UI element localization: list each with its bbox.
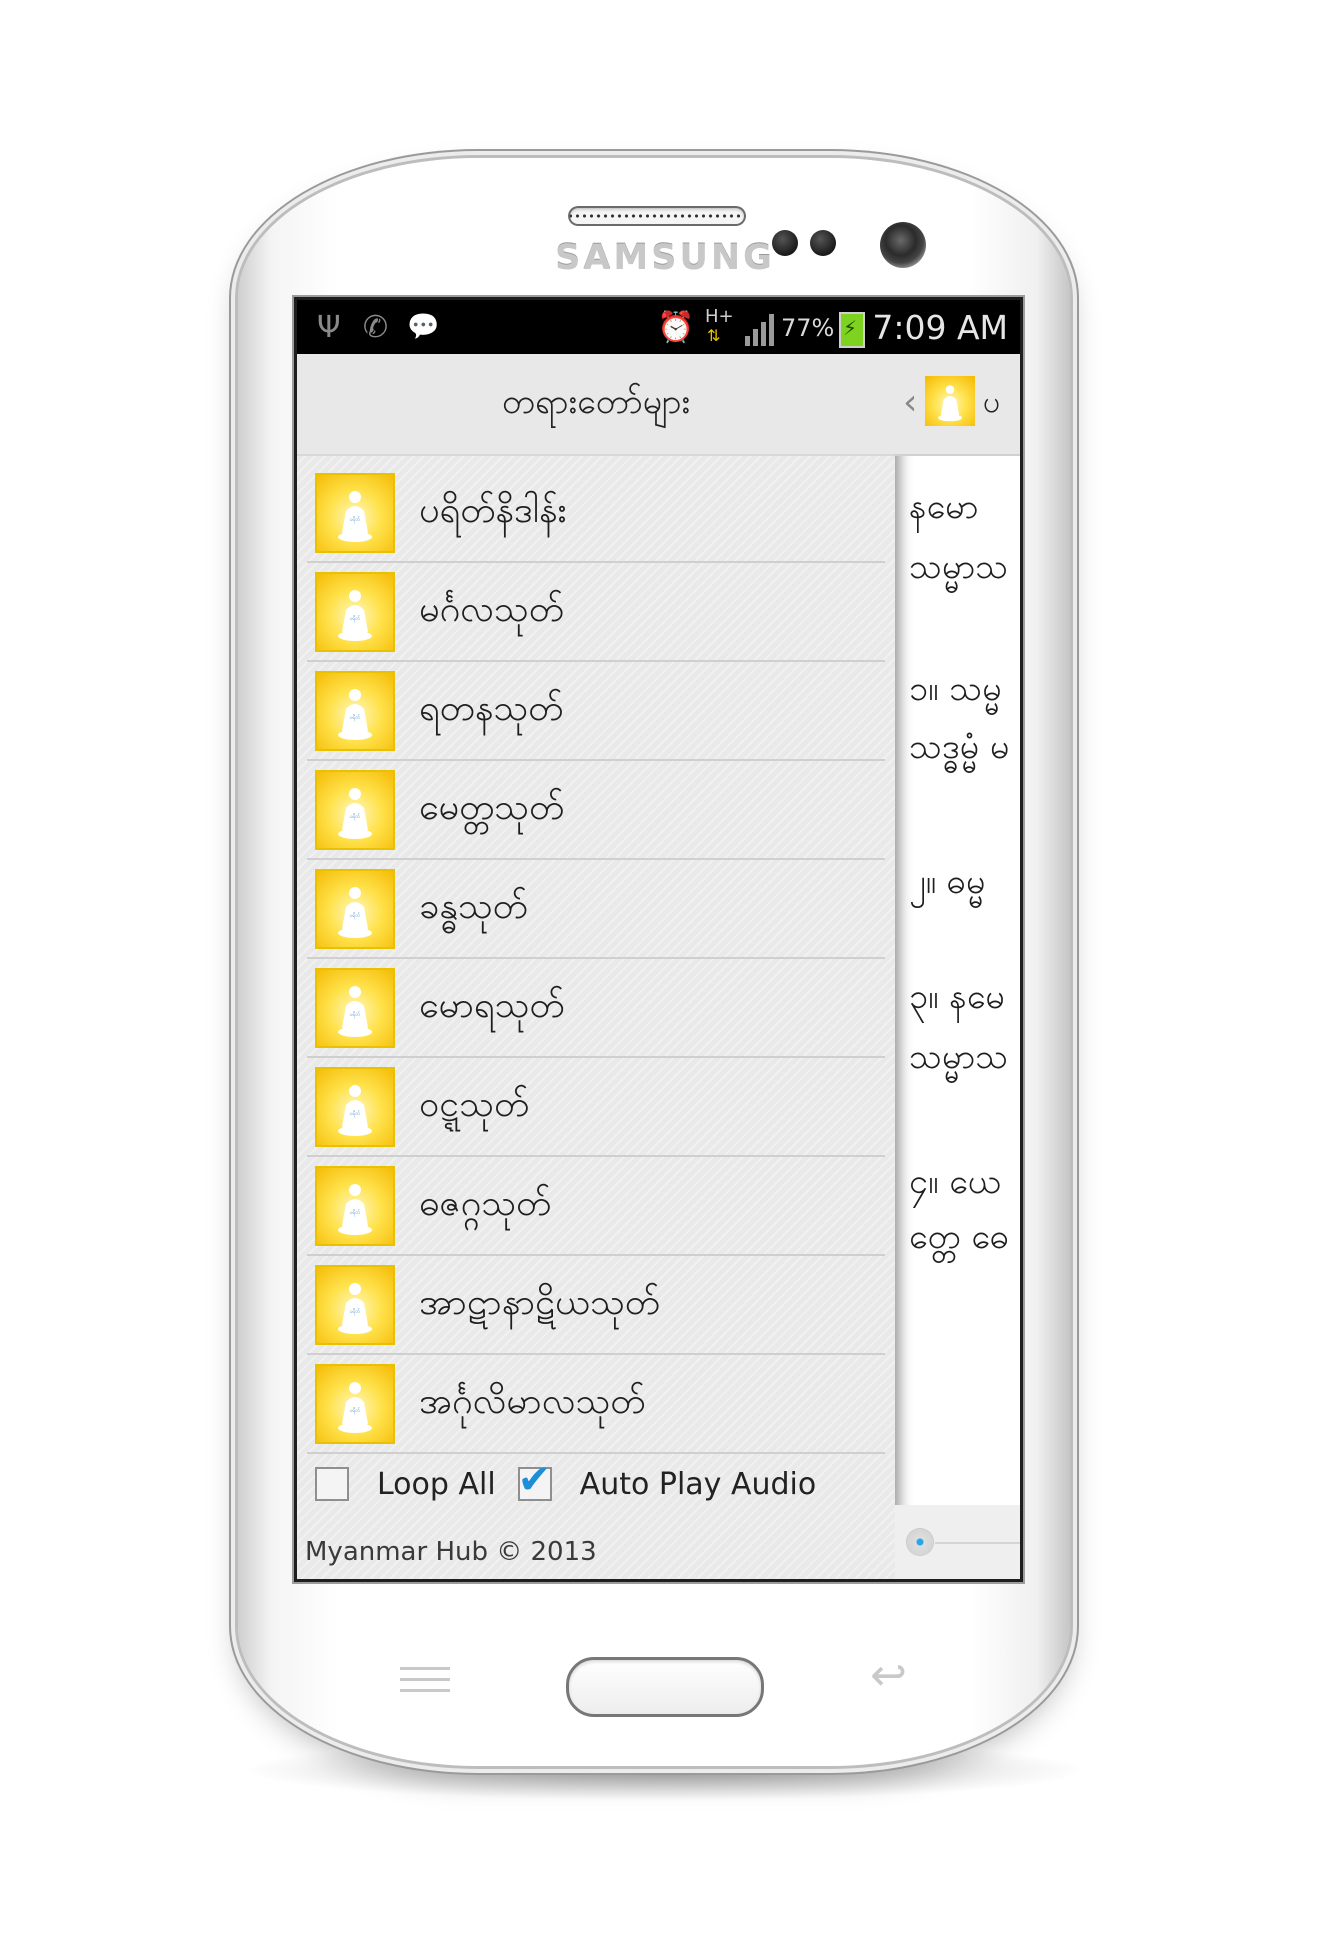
item-thumbnail: ပရိတ်	[315, 1363, 395, 1444]
signal-icon	[745, 312, 781, 346]
earpiece-speaker	[568, 206, 746, 226]
list-item[interactable]: ပရိတ် ရတနသုတ်	[307, 662, 885, 761]
item-thumbnail: ပရိတ်	[315, 868, 395, 949]
proximity-sensor	[772, 230, 798, 256]
message-icon: 💬	[407, 312, 440, 342]
list-item-label: ပရိတ်နိဒါန်း	[419, 489, 567, 531]
content-pane: ‹ ပ နမော သမ္မာသ ၁။ သမ္မ သဒ္ဓမ္မံ မ၂။ ဓမ္မ၃…	[895, 354, 1020, 1579]
drawer-toggle-icon[interactable]: ‹	[903, 382, 917, 423]
verse-line: သမ္မာသ	[909, 547, 1009, 587]
list-item-label: မင်္ဂလသုတ်	[419, 588, 564, 630]
content-title: ပ	[983, 385, 1001, 420]
usb-icon: Ψ	[317, 310, 341, 345]
list-item-label: အာဋာနာဋိယသုတ်	[419, 1281, 660, 1323]
loop-all-label[interactable]: Loop All	[377, 1467, 496, 1502]
list-item-label: ရတနသုတ်	[419, 687, 564, 729]
playback-options: Loop All Auto Play Audio	[315, 1457, 838, 1508]
verse-line: ၄။ ယေ	[909, 1162, 1001, 1202]
svg-text:ပရိတ်: ပရိတ်	[350, 1408, 362, 1414]
verse-line: ၁။ သမ္မ	[909, 669, 1002, 709]
item-thumbnail: ပရိတ်	[315, 769, 395, 850]
verse-line: တ္တေ ဓေ	[909, 1217, 1009, 1257]
list-item[interactable]: ပရိတ် ပရိတ်နိဒါန်း	[307, 464, 885, 563]
buddha-icon: ပရိတ်	[338, 787, 372, 839]
buddha-icon: ပရိတ်	[338, 1183, 372, 1235]
svg-text:ပရိတ်: ပရိတ်	[350, 1111, 362, 1117]
item-thumbnail: ပရိတ်	[315, 967, 395, 1048]
status-bar: Ψ ✆ 💬 ⏰ H+ ⇅ 77% 7:09 AM	[297, 300, 1020, 354]
buddha-icon: ပရိတ်	[338, 886, 372, 938]
item-thumbnail: ပရိတ်	[315, 670, 395, 751]
item-thumbnail: ပရိတ်	[315, 472, 395, 553]
list-item-label: ဝဋ္ဋသုတ်	[419, 1083, 530, 1125]
item-thumbnail: ပရိတ်	[315, 1066, 395, 1147]
svg-text:ပရိတ်: ပရိတ်	[350, 616, 362, 622]
list-item-label: မောရသုတ်	[419, 984, 565, 1026]
verse-line: သဒ္ဓမ္မံ မ	[909, 727, 1010, 767]
svg-text:ပရိတ်: ပရိတ်	[350, 1309, 362, 1315]
list-item[interactable]: ပရိတ် အင်္ဂုလိမာလသုတ်	[307, 1355, 885, 1454]
verse-line: ၃။ နမေ	[909, 977, 1005, 1017]
battery-charging-icon	[839, 312, 865, 348]
item-thumbnail: ပရိတ်	[315, 1264, 395, 1345]
light-sensor	[810, 230, 836, 256]
battery-percent: 77%	[781, 314, 835, 342]
buddha-icon: ပရိတ်	[338, 490, 372, 542]
buddha-icon	[938, 385, 962, 422]
list-item[interactable]: ပရိတ် ခန္ဓသုတ်	[307, 860, 885, 959]
seek-bar[interactable]	[935, 1542, 1020, 1544]
alarm-icon: ⏰	[657, 310, 695, 345]
auto-play-label[interactable]: Auto Play Audio	[580, 1467, 817, 1502]
back-key[interactable]: ↩	[870, 1650, 907, 1701]
verse-line: ၂။ ဓမ္မ	[909, 862, 986, 902]
svg-text:ပရိတ်: ပရိတ်	[350, 715, 362, 721]
navigation-drawer: တရားတော်များ ပရိတ် ပရိတ်နိဒါန်း ပရိတ် မင်္ဂ…	[297, 354, 895, 1579]
data-activity-icon: ⇅	[707, 326, 721, 345]
loop-all-checkbox[interactable]	[315, 1467, 349, 1501]
svg-text:ပရိတ်: ပရိတ်	[350, 1012, 362, 1018]
auto-play-checkbox[interactable]	[517, 1457, 552, 1503]
home-button[interactable]	[566, 1657, 764, 1717]
svg-text:ပရိတ်: ပရိတ်	[350, 517, 362, 523]
buddha-icon: ပရိတ်	[338, 985, 372, 1037]
svg-text:ပရိတ်: ပရိတ်	[350, 913, 362, 919]
list-item[interactable]: ပရိတ် ဓဇဂ္ဂသုတ်	[307, 1157, 885, 1256]
sutta-list: ပရိတ် ပရိတ်နိဒါန်း ပရိတ် မင်္ဂလသုတ် ပရိတ် ရတန…	[307, 464, 885, 1454]
svg-text:ပရိတ်: ပရိတ်	[350, 814, 362, 820]
seek-handle[interactable]	[907, 1529, 933, 1555]
audio-player	[895, 1505, 1020, 1579]
buddha-icon: ပရိတ်	[338, 688, 372, 740]
list-item[interactable]: ပရိတ် အာဋာနာဋိယသုတ်	[307, 1256, 885, 1355]
list-item-label: ဓဇဂ္ဂသုတ်	[419, 1182, 552, 1224]
item-thumbnail: ပရိတ်	[315, 1165, 395, 1246]
copyright-footer: Myanmar Hub © 2013	[305, 1537, 597, 1567]
screen: Ψ ✆ 💬 ⏰ H+ ⇅ 77% 7:09 AM တရားတော်များ ပရ…	[297, 300, 1020, 1579]
list-item[interactable]: ပရိတ် မေတ္တသုတ်	[307, 761, 885, 860]
verse-line: နမော	[909, 487, 979, 527]
menu-key[interactable]	[400, 1663, 452, 1699]
buddha-icon: ပရိတ်	[338, 589, 372, 641]
list-item[interactable]: ပရိတ် မောရသုတ်	[307, 959, 885, 1058]
clock: 7:09 AM	[872, 308, 1008, 347]
missed-call-icon: ✆	[363, 310, 389, 345]
item-thumbnail: ပရိတ်	[315, 571, 395, 652]
svg-text:ပရိတ်: ပရိတ်	[350, 1210, 362, 1216]
network-type: H+	[705, 306, 734, 327]
list-item-label: မေတ္တသုတ်	[419, 786, 565, 828]
buddha-icon: ပရိတ်	[338, 1381, 372, 1433]
app-icon[interactable]	[925, 376, 975, 426]
list-item-label: ခန္ဓသုတ်	[419, 885, 528, 927]
list-item[interactable]: ပရိတ် ဝဋ္ဋသုတ်	[307, 1058, 885, 1157]
list-item-label: အင်္ဂုလိမာလသုတ်	[419, 1380, 646, 1422]
verse-line: သမ္မာသ	[909, 1037, 1009, 1077]
list-item[interactable]: ပရိတ် မင်္ဂလသုတ်	[307, 563, 885, 662]
drawer-title: တရားတော်များ	[297, 354, 895, 456]
buddha-icon: ပရိတ်	[338, 1084, 372, 1136]
content-header: ‹ ပ	[895, 354, 1020, 456]
front-camera	[880, 222, 926, 268]
brand-logo: SAMSUNG	[555, 238, 775, 278]
buddha-icon: ပရိတ်	[338, 1282, 372, 1334]
